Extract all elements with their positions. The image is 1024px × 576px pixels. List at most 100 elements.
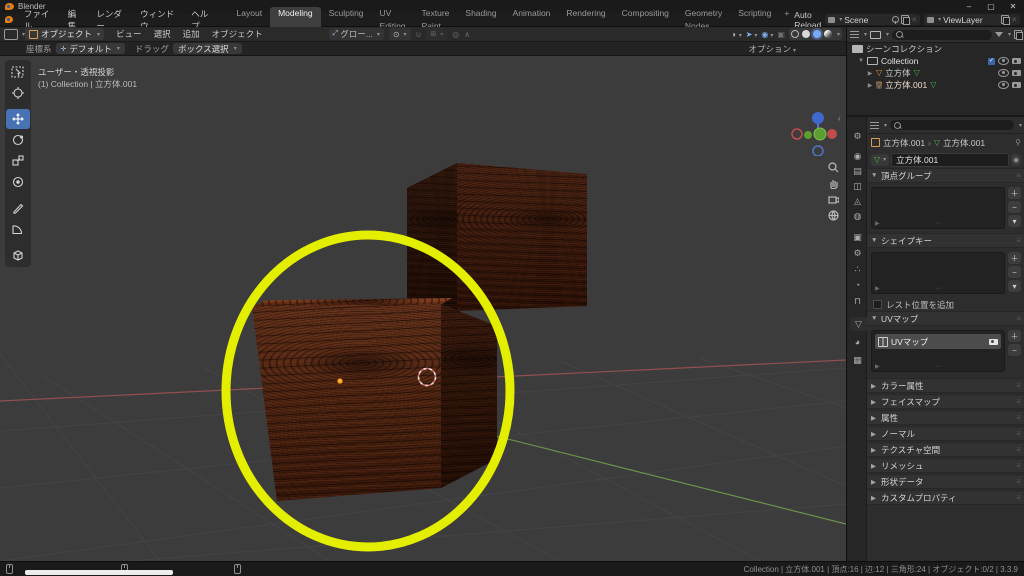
section-face-maps[interactable]: ▶フェイスマップ≡ (867, 394, 1024, 409)
resize-grip-icon[interactable]: ▶ (875, 363, 880, 370)
outliner-display-mode-icon[interactable] (850, 31, 859, 38)
section-geometry-data[interactable]: ▶形状データ≡ (867, 474, 1024, 489)
camera-render-icon[interactable] (1012, 70, 1021, 76)
section-shape-keys[interactable]: ▼ シェイプキー ≡ (867, 233, 1024, 248)
new-collection-icon[interactable] (1014, 30, 1022, 39)
transform-orientation-dropdown[interactable]: ⤢ グロー... ▾ (329, 28, 384, 40)
collection-checkbox[interactable]: ✓ (988, 58, 995, 65)
pivot-point-dropdown[interactable]: ⊙▾ (389, 28, 411, 40)
tab-scene-icon[interactable]: ◬ (849, 194, 866, 208)
tab-world-icon[interactable]: ◍ (849, 209, 866, 223)
tab-texture-icon[interactable]: ▦ (849, 353, 866, 367)
editor-type-icon[interactable] (4, 29, 18, 40)
menu-object[interactable]: オブジェクト (206, 28, 269, 40)
show-gizmo-icon[interactable]: ➤▾ (746, 30, 758, 39)
tool-transform[interactable] (6, 172, 30, 192)
drag-dots-icon[interactable]: ⋯ (935, 363, 941, 370)
proportional-editing-icon[interactable]: ◎ (452, 30, 459, 39)
camera-render-icon[interactable] (1012, 82, 1021, 88)
show-object-types-icon[interactable]: ◗▾ (732, 30, 742, 39)
tool-move[interactable] (6, 109, 30, 129)
tool-cursor[interactable] (6, 83, 30, 103)
new-view-layer-icon[interactable] (1001, 15, 1009, 24)
remove-shape-key-button[interactable]: − (1008, 266, 1021, 278)
wireframe-shading-icon[interactable] (791, 30, 799, 38)
camera-render-icon[interactable] (1012, 58, 1021, 64)
blender-menu-icon[interactable] (5, 16, 13, 23)
outliner-row-cube-001[interactable]: ▶ ▽ 立方体.001 ▽ (847, 79, 1024, 91)
disclosure-icon[interactable]: ▶ (867, 70, 873, 77)
tool-scale[interactable] (6, 151, 30, 171)
section-texture-space[interactable]: ▶テクスチャ空間≡ (867, 442, 1024, 457)
menu-add[interactable]: 追加 (177, 28, 206, 40)
tool-options-dropdown[interactable]: オプション▾ (748, 43, 796, 55)
outliner-row-scene-collection[interactable]: シーンコレクション (847, 43, 1024, 55)
eye-icon[interactable] (998, 81, 1009, 89)
tool-select-box[interactable] (6, 62, 30, 82)
pan-hand-icon[interactable] (826, 176, 840, 190)
snap-magnet-icon[interactable]: ∪ (416, 30, 422, 39)
breadcrumb-object[interactable]: 立方体.001 (883, 137, 925, 149)
tool-rotate[interactable] (6, 130, 30, 150)
xray-toggle-icon[interactable]: ▣ (777, 30, 785, 39)
tool-add-cube[interactable] (6, 245, 30, 265)
tab-view-layer-icon[interactable]: ◫ (849, 179, 866, 193)
mesh-datablock-dropdown[interactable]: ▽▾ (871, 154, 889, 166)
tool-annotate[interactable] (6, 198, 30, 218)
new-scene-icon[interactable] (901, 15, 909, 24)
vertex-groups-list[interactable]: ▶ ⋯ (871, 187, 1005, 229)
remove-uv-map-button[interactable]: − (1008, 344, 1021, 356)
eye-icon[interactable] (998, 69, 1009, 77)
chevron-down-icon[interactable]: ▾ (837, 31, 840, 38)
mode-selector[interactable]: オブジェクト ▾ (25, 28, 104, 40)
section-vertex-groups[interactable]: ▼ 頂点グループ ≡ (867, 168, 1024, 183)
datablock-name-field[interactable]: 立方体.001 (891, 153, 1009, 167)
section-normals[interactable]: ▶ノーマル≡ (867, 426, 1024, 441)
outliner-row-cube[interactable]: ▶ ▽ 立方体 ▽ (847, 67, 1024, 79)
menu-select[interactable]: 選択 (148, 28, 177, 40)
tab-modifiers-icon[interactable]: ⚙ (849, 246, 866, 260)
show-overlays-icon[interactable]: ◉▾ (761, 30, 773, 39)
drag-dots-icon[interactable]: ⋯ (935, 285, 941, 292)
tab-material-icon[interactable]: ◕ (849, 335, 866, 349)
drag-dots-icon[interactable]: ⋯ (935, 220, 941, 227)
pin-icon[interactable]: ⚲ (1015, 138, 1021, 147)
rendered-shading-icon[interactable] (824, 30, 832, 38)
vertex-group-specials-button[interactable]: ▾ (1008, 215, 1021, 227)
tab-render-icon[interactable]: ◉ (849, 149, 866, 163)
viewport-canvas[interactable]: ユーザー・透視投影 (1) Collection | 立方体.001 (0, 56, 846, 561)
sidebar-toggle-arrow[interactable]: ‹ (838, 114, 841, 123)
camera-view-icon[interactable] (826, 192, 840, 206)
section-attributes[interactable]: ▶属性≡ (867, 410, 1024, 425)
add-vertex-group-button[interactable]: ＋ (1008, 187, 1021, 199)
disclosure-icon[interactable]: ▶ (867, 82, 873, 89)
section-uv-maps[interactable]: ▼ UVマップ ≡ (867, 311, 1024, 326)
outliner-filter-type-icon[interactable] (870, 31, 881, 39)
navigation-gizmo[interactable] (786, 96, 846, 156)
material-preview-shading-icon[interactable] (813, 30, 821, 38)
disclosure-icon[interactable]: ▼ (858, 58, 864, 64)
falloff-icon[interactable]: ∧ (464, 30, 470, 39)
outliner-search-input[interactable] (892, 30, 992, 40)
tool-measure[interactable] (6, 219, 30, 239)
fake-user-icon[interactable]: ◉ (1011, 154, 1021, 166)
tab-constraints-icon[interactable]: ⊓ (849, 294, 866, 308)
eye-icon[interactable] (998, 57, 1009, 65)
zoom-icon[interactable] (826, 160, 840, 174)
pin-icon[interactable] (892, 16, 899, 23)
tab-physics-icon[interactable]: ◔ (849, 278, 866, 292)
tab-object-data-icon[interactable]: ▽ (850, 317, 867, 331)
rest-position-checkbox[interactable] (873, 300, 882, 309)
shape-keys-list[interactable]: ▶ ⋯ (871, 252, 1005, 294)
snap-target-dropdown[interactable]: ⊞▾ (426, 28, 447, 40)
remove-vertex-group-button[interactable]: − (1008, 201, 1021, 213)
tab-particles-icon[interactable]: ∴ (849, 262, 866, 276)
tab-object-icon[interactable]: ▣ (849, 230, 866, 244)
perspective-toggle-icon[interactable] (826, 208, 840, 222)
view-layer-selector[interactable]: ▾ ViewLayer ✕ (924, 14, 1020, 25)
properties-search-input[interactable] (890, 120, 1014, 130)
drag-tool-select[interactable]: ボックス選択 ▾ (173, 43, 242, 54)
tab-tool-icon[interactable]: ⚙ (849, 129, 866, 143)
add-uv-map-button[interactable]: ＋ (1008, 330, 1021, 342)
section-remesh[interactable]: ▶リメッシュ≡ (867, 458, 1024, 473)
